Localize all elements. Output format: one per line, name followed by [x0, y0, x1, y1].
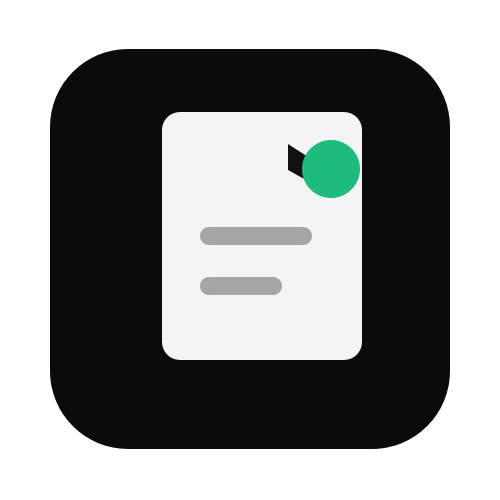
text-line-icon	[200, 227, 312, 245]
text-line-icon	[200, 277, 282, 295]
page-canvas	[0, 0, 500, 500]
status-dot-icon	[302, 140, 360, 198]
